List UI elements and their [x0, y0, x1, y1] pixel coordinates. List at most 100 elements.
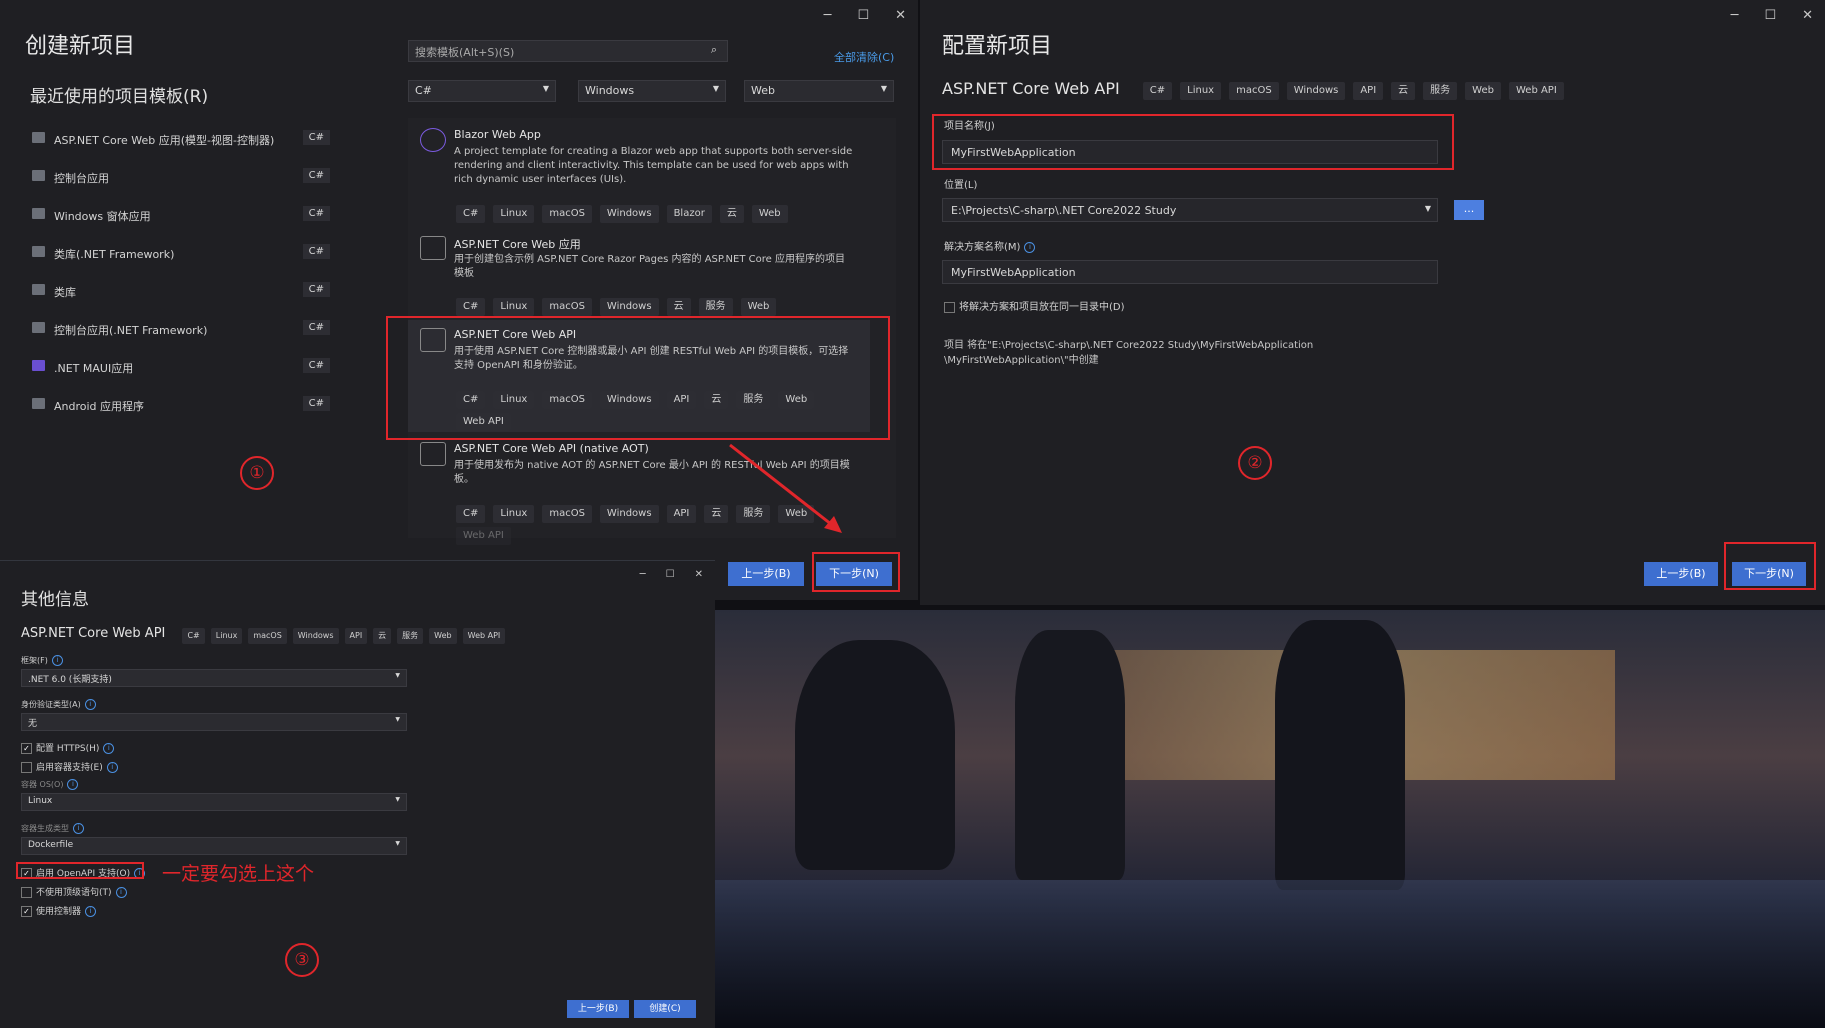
recent-item-label: 类库(.NET Framework)	[54, 248, 175, 261]
tag: 服务	[1423, 82, 1458, 100]
tag: Windows	[292, 628, 339, 644]
template-icon	[32, 284, 45, 295]
info-icon[interactable]: i	[73, 823, 84, 834]
platform-filter[interactable]: Windows ▼	[578, 80, 726, 102]
back-button[interactable]: 上一步(B)	[567, 1000, 629, 1018]
tag: Web API	[456, 527, 511, 545]
close-icon[interactable]: ✕	[895, 8, 906, 23]
info-icon[interactable]: i	[84, 699, 96, 710]
container-os-value: Linux	[28, 796, 53, 806]
location-value: E:\Projects\C-sharp\.NET Core2022 Study	[951, 204, 1177, 217]
info-icon[interactable]: i	[106, 762, 118, 773]
container-build-select[interactable]: Dockerfile ▼	[21, 837, 407, 855]
recent-item[interactable]: 控制台应用(.NET Framework) C#	[30, 318, 330, 342]
step-marker: ③	[285, 943, 319, 977]
template-icon	[32, 246, 45, 257]
solution-name-field[interactable]: MyFirstWebApplication	[942, 260, 1438, 284]
same-dir-checkbox[interactable]: 将解决方案和项目放在同一目录中(D)	[944, 298, 1125, 313]
page-title: 其他信息	[21, 590, 89, 610]
back-button[interactable]: 上一步(B)	[1644, 562, 1718, 586]
back-button[interactable]: 上一步(B)	[728, 562, 804, 586]
type-filter[interactable]: Web ▼	[744, 80, 894, 102]
container-build-value: Dockerfile	[28, 840, 74, 850]
path-note-line: \MyFirstWebApplication\"中创建	[944, 355, 1099, 366]
recent-templates-heading: 最近使用的项目模板(R)	[30, 87, 209, 107]
info-icon[interactable]: i	[115, 887, 127, 898]
template-item[interactable]: Blazor Web App A project template for cr…	[408, 128, 888, 224]
recent-item[interactable]: Android 应用程序 C#	[30, 394, 330, 418]
template-item[interactable]: ASP.NET Core Web 应用 用于创建包含示例 ASP.NET Cor…	[408, 236, 888, 316]
tag: Linux	[1180, 82, 1222, 100]
template-icon	[32, 360, 45, 371]
tag: macOS	[1229, 82, 1279, 100]
tag: API	[1353, 82, 1384, 100]
tag: 服务	[397, 628, 424, 644]
container-os-label: 容器 OS(O) i	[21, 779, 79, 790]
close-icon[interactable]: ✕	[1802, 8, 1813, 23]
recent-item-label: Android 应用程序	[54, 400, 145, 413]
highlight-box	[386, 316, 890, 440]
tag: 云	[1391, 82, 1416, 100]
template-description: 用于创建包含示例 ASP.NET Core Razor Pages 内容的 AS…	[454, 254, 845, 279]
docker-checkbox[interactable]: 启用容器支持(E) i	[21, 760, 118, 773]
recent-item[interactable]: Windows 窗体应用 C#	[30, 204, 330, 228]
auth-select[interactable]: 无 ▼	[21, 713, 407, 731]
chevron-down-icon: ▼	[542, 84, 549, 93]
create-button[interactable]: 创建(C)	[634, 1000, 696, 1018]
language-badge: C#	[302, 358, 330, 373]
template-title: Blazor Web App	[454, 128, 541, 141]
info-icon[interactable]: i	[51, 655, 63, 666]
recent-item[interactable]: 控制台应用 C#	[30, 166, 330, 190]
location-label: 位置(L)	[944, 180, 978, 191]
recent-item-label: 类库	[54, 286, 76, 299]
language-badge: C#	[302, 282, 330, 297]
toplevel-checkbox[interactable]: 不使用顶级语句(T) i	[21, 885, 127, 898]
recent-item[interactable]: 类库 C#	[30, 280, 330, 304]
tag: 云	[373, 628, 392, 644]
framework-select[interactable]: .NET 6.0 (长期支持) ▼	[21, 669, 407, 687]
maximize-icon[interactable]: ☐	[666, 569, 675, 580]
search-icon[interactable]: ⌕	[711, 43, 717, 57]
close-icon[interactable]: ✕	[695, 569, 703, 580]
recent-item[interactable]: 类库(.NET Framework) C#	[30, 242, 330, 266]
info-icon[interactable]: i	[1024, 241, 1036, 253]
language-badge: C#	[302, 206, 330, 221]
container-os-select[interactable]: Linux ▼	[21, 793, 407, 811]
template-tags: C# Linux macOS Windows Blazor 云 Web	[456, 201, 796, 223]
language-filter[interactable]: C# ▼	[408, 80, 556, 102]
maximize-icon[interactable]: ☐	[1764, 8, 1776, 23]
info-icon[interactable]: i	[67, 779, 79, 790]
browse-button[interactable]: ...	[1454, 200, 1484, 220]
recent-item[interactable]: .NET MAUI应用 C#	[30, 356, 330, 380]
minimize-icon[interactable]: ─	[1731, 8, 1739, 23]
type-filter-value: Web	[751, 84, 775, 97]
minimize-icon[interactable]: ─	[824, 8, 832, 23]
template-icon	[32, 398, 45, 409]
toplevel-label: 不使用顶级语句(T)	[36, 888, 112, 898]
maximize-icon[interactable]: ☐	[857, 8, 869, 23]
container-build-label: 容器生成类型 i	[21, 823, 84, 834]
web-app-icon	[420, 236, 446, 260]
tag: API	[344, 628, 368, 644]
location-field[interactable]: E:\Projects\C-sharp\.NET Core2022 Study ▼	[942, 198, 1438, 222]
info-icon[interactable]: i	[85, 906, 97, 917]
language-badge: C#	[302, 320, 330, 335]
tag: C#	[456, 205, 486, 223]
path-note: 项目 将在"E:\Projects\C-sharp\.NET Core2022 …	[944, 338, 1313, 368]
clear-all-link[interactable]: 全部清除(C)	[834, 49, 894, 65]
red-arrow	[729, 443, 842, 533]
tag: macOS	[542, 298, 592, 316]
language-filter-value: C#	[415, 84, 432, 97]
highlight-box	[812, 552, 900, 592]
tag: 服务	[698, 298, 733, 316]
controllers-checkbox[interactable]: ✓ 使用控制器 i	[21, 904, 97, 917]
https-checkbox[interactable]: ✓ 配置 HTTPS(H) i	[21, 741, 115, 754]
minimize-icon[interactable]: ─	[640, 569, 646, 580]
recent-item-label: Windows 窗体应用	[54, 210, 151, 223]
tag: macOS	[542, 505, 592, 523]
recent-item-label: ASP.NET Core Web 应用(模型-视图-控制器)	[54, 134, 275, 147]
search-input[interactable]: 搜索模板(Alt+S)(S) ⌕	[408, 40, 728, 62]
page-title: 创建新项目	[25, 34, 136, 59]
info-icon[interactable]: i	[103, 743, 115, 754]
recent-item[interactable]: ASP.NET Core Web 应用(模型-视图-控制器) C#	[30, 128, 330, 152]
